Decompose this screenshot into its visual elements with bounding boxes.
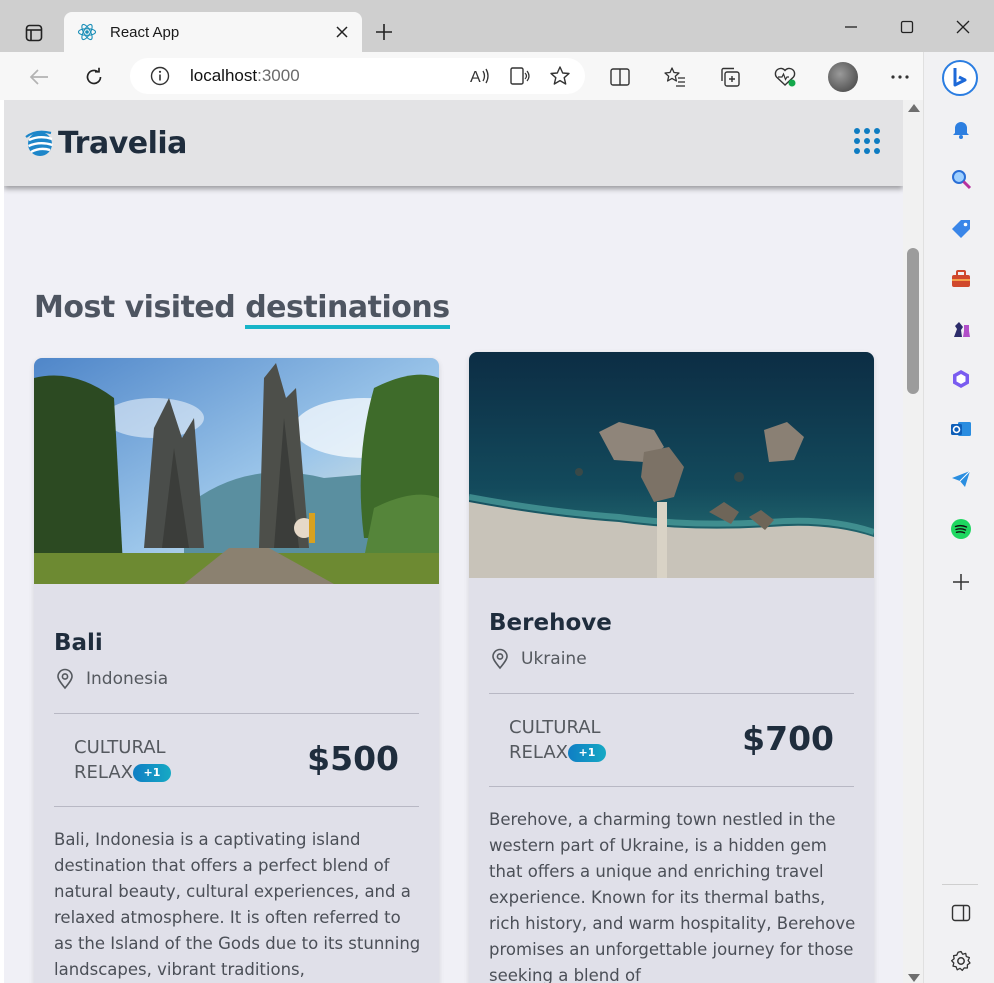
url-text[interactable]: localhost:3000 [190, 66, 465, 86]
copilot-icon[interactable] [940, 58, 980, 98]
destination-description: Bali, Indonesia is a captivating island … [54, 830, 421, 979]
scroll-down-arrow-icon[interactable] [908, 974, 920, 982]
page-scrollbar[interactable] [903, 100, 923, 983]
games-chess-icon[interactable] [946, 314, 976, 344]
tag-list: CULTURAL RELAX +1 [509, 715, 606, 765]
brand-logo-link[interactable]: Travelia [24, 126, 187, 161]
destination-price: $700 [742, 719, 834, 758]
tab-title: React App [110, 23, 180, 41]
bali-gate-photo [34, 358, 439, 584]
read-aloud-icon[interactable]: A [465, 61, 495, 91]
scrollbar-thumb[interactable] [907, 248, 919, 394]
location-pin-icon [57, 668, 73, 690]
profile-avatar[interactable] [828, 62, 858, 92]
tag-relax: RELAX [74, 762, 133, 783]
page-viewport: Travelia Most visited destinations Bali … [4, 100, 903, 983]
berehove-coast-photo [469, 352, 874, 578]
tag-cultural: CULTURAL [74, 737, 166, 758]
destination-card-berehove[interactable]: Berehove Ukraine CULTURAL RELAX +1 $700 B… [469, 352, 874, 983]
url-host: localhost [190, 66, 258, 85]
destination-card-bali[interactable]: Bali Indonesia CULTURAL RELAX +1 $500 Bal… [34, 358, 439, 983]
tag-list: CULTURAL RELAX +1 [74, 735, 171, 785]
back-arrow-icon[interactable] [24, 62, 54, 92]
spotify-icon[interactable] [946, 514, 976, 544]
destination-location: Ukraine [489, 648, 587, 670]
react-favicon-icon [76, 21, 98, 43]
card-divider [489, 693, 854, 694]
maximize-icon[interactable] [892, 14, 922, 40]
add-sidebar-app-icon[interactable] [946, 567, 976, 597]
close-tab-icon[interactable] [330, 20, 354, 44]
favorites-icon[interactable] [660, 62, 690, 92]
more-options-icon[interactable] [885, 62, 915, 92]
svg-text:A: A [470, 69, 481, 86]
destination-location: Indonesia [54, 668, 168, 690]
url-port: :3000 [257, 66, 300, 85]
location-pin-icon [492, 648, 508, 670]
settings-gear-icon[interactable] [946, 946, 976, 976]
browser-essentials-icon[interactable] [770, 62, 800, 92]
destination-name: Bali [54, 630, 103, 656]
hide-sidebar-icon[interactable] [946, 898, 976, 928]
destination-name: Berehove [489, 610, 612, 636]
section-title: Most visited destinations [34, 290, 450, 325]
collections-icon[interactable] [715, 62, 745, 92]
globe-logo-icon [25, 130, 53, 156]
outlook-icon[interactable] [946, 414, 976, 444]
destination-description: Berehove, a charming town nestled in the… [489, 810, 856, 983]
tools-briefcase-icon[interactable] [946, 264, 976, 294]
card-divider [54, 806, 419, 807]
browser-tab[interactable]: React App [64, 12, 362, 52]
brand-name: Travelia [58, 125, 187, 161]
card-divider [489, 786, 854, 787]
apps-grid-menu-icon[interactable] [854, 128, 880, 154]
address-bar[interactable]: localhost:3000 A [130, 58, 585, 94]
notifications-bell-icon[interactable] [946, 114, 976, 144]
tab-actions-icon[interactable] [14, 20, 54, 46]
tag-cultural: CULTURAL [509, 717, 601, 738]
tag-relax: RELAX [509, 742, 568, 763]
section-title-text: Most visited [34, 290, 246, 325]
split-screen-icon[interactable] [605, 62, 635, 92]
microsoft-365-icon[interactable] [946, 364, 976, 394]
browser-toolbar: localhost:3000 A [0, 52, 994, 100]
card-divider [54, 713, 419, 714]
close-window-icon[interactable] [948, 14, 978, 40]
site-header: Travelia [4, 100, 903, 186]
location-text: Ukraine [521, 649, 587, 669]
more-tags-badge[interactable]: +1 [567, 744, 606, 762]
new-tab-icon[interactable] [372, 20, 396, 44]
refresh-icon[interactable] [79, 62, 109, 92]
telegram-send-icon[interactable] [946, 464, 976, 494]
immersive-reader-icon[interactable] [505, 61, 535, 91]
scroll-up-arrow-icon[interactable] [908, 104, 920, 112]
location-text: Indonesia [86, 669, 169, 689]
sidebar-divider [942, 884, 978, 885]
destination-price: $500 [307, 739, 399, 778]
browser-titlebar: React App [0, 0, 994, 52]
search-icon[interactable] [946, 164, 976, 194]
minimize-icon[interactable] [836, 14, 866, 40]
section-title-highlight: destinations [245, 290, 450, 325]
shopping-tag-icon[interactable] [946, 214, 976, 244]
site-info-icon[interactable] [148, 64, 172, 88]
edge-sidebar [923, 52, 994, 983]
more-tags-badge[interactable]: +1 [132, 764, 171, 782]
favorite-star-icon[interactable] [545, 61, 575, 91]
